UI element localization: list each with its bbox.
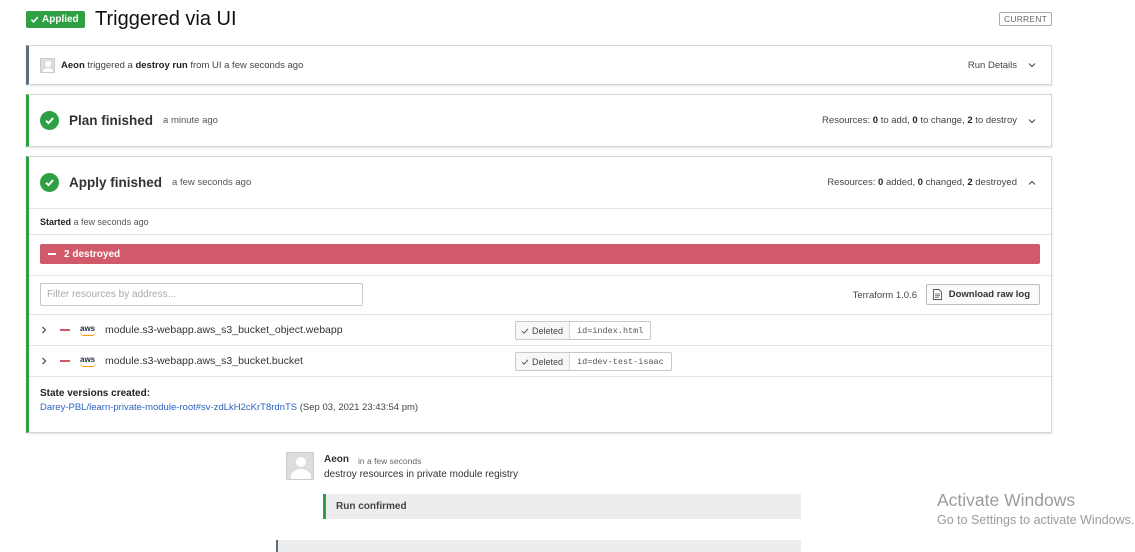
resource-id: id=index.html: [577, 325, 644, 336]
apply-resources-label: Resources:: [827, 177, 876, 188]
apply-resources-summary: Resources: 0 added, 0 changed, 2 destroy…: [827, 177, 1037, 188]
trigger-text: triggered a: [87, 59, 133, 71]
trigger-run-type: destroy run: [135, 59, 188, 71]
apply-title: Apply finished: [69, 175, 163, 190]
apply-added-text: added,: [885, 177, 916, 188]
avatar: [40, 57, 55, 73]
minus-icon: [48, 253, 56, 255]
watermark-title: Activate Windows: [937, 490, 1076, 510]
activate-windows-watermark: Activate Windows Go to Settings to activ…: [937, 489, 1134, 529]
state-version-date: (Sep 03, 2021 23:43:54 pm): [299, 402, 419, 413]
plan-add-text: to add,: [880, 115, 910, 126]
chevron-right-icon[interactable]: [40, 357, 48, 365]
resource-address: module.s3-webapp.aws_s3_bucket_object.we…: [105, 324, 343, 336]
resource-row[interactable]: aws module.s3-webapp.aws_s3_bucket.bucke…: [29, 345, 1051, 376]
plan-change-text: to change,: [920, 115, 965, 126]
resource-id: id=dev-test-isaac: [577, 356, 664, 367]
plan-time: a minute ago: [163, 115, 218, 126]
state-version-entry: Darey-PBL/learn-private-module-root#sv-z…: [40, 402, 1040, 413]
comment-body: destroy resources in private module regi…: [324, 469, 518, 480]
avatar: [286, 452, 314, 480]
check-icon: [30, 16, 39, 24]
apply-destroyed-count: 2: [967, 177, 973, 188]
destroyed-summary: 2 destroyed: [29, 234, 1051, 275]
resource-status: Deleted: [532, 325, 564, 336]
resource-address: module.s3-webapp.aws_s3_bucket.bucket: [105, 355, 303, 367]
run-confirmed-entry: Run confirmed: [323, 494, 801, 519]
trigger-card: Aeon triggered a destroy run from UI a f…: [26, 45, 1052, 85]
check-circle-icon: [40, 173, 59, 192]
aws-logo-icon: aws: [80, 355, 98, 367]
destroy-icon: [60, 360, 70, 362]
terraform-version: Terraform 1.0.6: [852, 290, 917, 301]
page-title: Triggered via UI: [95, 8, 237, 30]
check-circle-icon: [40, 111, 59, 130]
state-version-link[interactable]: Darey-PBL/learn-private-module-root#sv-z…: [40, 402, 297, 413]
resource-status: Deleted: [532, 356, 564, 367]
filter-row: Terraform 1.0.6 Download raw log: [29, 275, 1051, 314]
download-label: Download raw log: [948, 289, 1030, 300]
current-badge: CURRENT: [999, 12, 1052, 26]
apply-changed-count: 0: [917, 177, 923, 188]
comment-time: in a few seconds: [358, 456, 422, 466]
check-icon: [521, 327, 529, 334]
timeline-next-entry: [276, 540, 801, 552]
run-details-toggle[interactable]: Run Details: [968, 60, 1037, 71]
status-badge-label: Applied: [42, 14, 79, 25]
state-versions-title: State versions created:: [40, 388, 151, 399]
destroy-icon: [60, 329, 70, 331]
apply-time: a few seconds ago: [172, 177, 252, 188]
document-icon: [932, 289, 942, 300]
plan-add-count: 0: [872, 115, 879, 126]
status-badge: Applied: [26, 11, 85, 28]
apply-header[interactable]: Apply finished a few seconds ago Resourc…: [29, 157, 1051, 208]
aws-logo-icon: aws: [80, 324, 98, 336]
destroyed-bar: 2 destroyed: [40, 244, 1040, 264]
state-versions: State versions created: Darey-PBL/learn-…: [29, 376, 1051, 432]
apply-changed-text: changed,: [925, 177, 965, 188]
check-icon: [521, 358, 529, 365]
run-header: Applied Triggered via UI CURRENT: [26, 6, 1052, 36]
chevron-right-icon[interactable]: [40, 326, 48, 334]
apply-card: Apply finished a few seconds ago Resourc…: [26, 156, 1052, 433]
chevron-down-icon[interactable]: [1027, 116, 1037, 126]
plan-card: Plan finished a minute ago Resources: 0 …: [26, 94, 1052, 147]
plan-destroy-count: 2: [967, 115, 973, 126]
resource-status-tag: Deleted id=index.html: [515, 321, 652, 340]
plan-change-count: 0: [912, 115, 918, 126]
chevron-down-icon: [1028, 63, 1036, 68]
started-label: Started: [40, 216, 72, 227]
watermark-subtitle: Go to Settings to activate Windows.: [937, 513, 1135, 527]
started-time: a few seconds ago: [73, 216, 149, 227]
run-details-label: Run Details: [967, 59, 1017, 71]
chevron-up-icon[interactable]: [1027, 178, 1037, 188]
plan-resources-summary: Resources: 0 to add, 0 to change, 2 to d…: [822, 115, 1037, 126]
plan-title: Plan finished: [69, 113, 154, 128]
apply-destroyed-text: destroyed: [975, 177, 1017, 188]
download-raw-log-button[interactable]: Download raw log: [925, 284, 1040, 305]
apply-added-count: 0: [878, 177, 884, 188]
destroyed-bar-label: 2 destroyed: [64, 248, 121, 260]
trigger-from: from UI a few seconds ago: [190, 59, 304, 71]
comment-author[interactable]: Aeon: [324, 454, 349, 465]
plan-destroy-text: to destroy: [975, 115, 1017, 126]
filter-resources-input[interactable]: [40, 283, 363, 306]
resource-status-tag: Deleted id=dev-test-isaac: [515, 352, 672, 371]
resource-row[interactable]: aws module.s3-webapp.aws_s3_bucket_objec…: [29, 314, 1051, 345]
plan-header[interactable]: Plan finished a minute ago Resources: 0 …: [29, 95, 1051, 146]
trigger-user[interactable]: Aeon: [61, 60, 85, 71]
trigger-row: Aeon triggered a destroy run from UI a f…: [29, 46, 1051, 84]
plan-resources-label: Resources:: [822, 115, 871, 126]
started-row: Started a few seconds ago: [29, 208, 1051, 234]
